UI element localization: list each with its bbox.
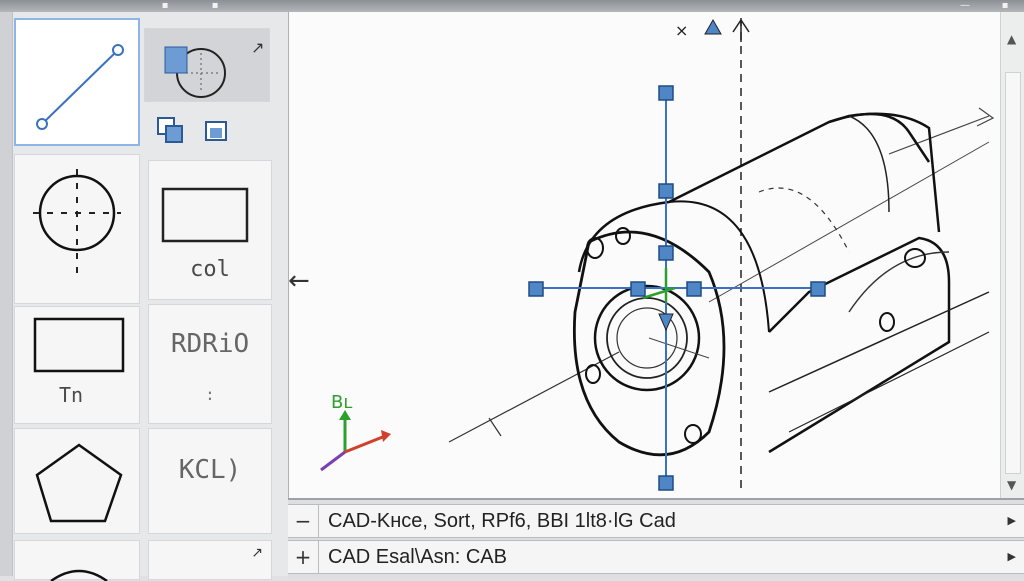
rect-icon <box>33 317 125 373</box>
submit-arrow-icon[interactable]: ▶ <box>1008 541 1016 573</box>
command-input[interactable]: CAD Esal\Asn: CAB <box>328 541 507 573</box>
circle-edit-icon: ↗ <box>164 38 264 98</box>
expand-arrow-icon[interactable]: ▶ <box>1008 505 1016 537</box>
top-marker-x: × <box>675 21 688 40</box>
circle-edit-tool[interactable]: ↗ <box>144 28 270 102</box>
expand-button[interactable]: + <box>288 541 319 573</box>
command-input-line[interactable]: + CAD Esal\Asn: CAB ▶ <box>288 540 1024 574</box>
cursor-icon <box>732 18 750 42</box>
rdrio-label: RDRiO <box>170 329 250 359</box>
rect-tool[interactable]: Tn <box>14 306 140 424</box>
scrollbar-up-icon[interactable]: ▲ <box>1007 32 1016 46</box>
ucs-label: Bʟ <box>331 392 352 413</box>
col-label: col <box>190 257 230 282</box>
triangle-marker-icon <box>704 18 722 35</box>
line-icon <box>36 44 124 130</box>
copy-icon[interactable] <box>202 116 230 144</box>
palette-edge <box>0 12 13 576</box>
polygon-tool[interactable] <box>14 428 140 534</box>
misc-tool[interactable]: ↗ <box>148 540 272 580</box>
colon-label: : <box>205 385 215 404</box>
expand-icon: ↗ <box>251 545 263 561</box>
circle-tool[interactable] <box>14 154 140 304</box>
arc-icon <box>50 569 108 581</box>
drawing-viewport[interactable]: × Bʟ <box>288 12 1013 500</box>
cad-drawing[interactable]: × Bʟ <box>289 12 1001 500</box>
collapse-button[interactable]: − <box>288 505 319 537</box>
kcl-tool[interactable]: KCL) <box>148 428 272 534</box>
kcl-label: KCL) <box>178 455 242 485</box>
command-history-text: CAD-Kнce, Sort, RPf6, BBI 1lt8·lG Cad <box>328 510 676 532</box>
svg-text:↗: ↗ <box>251 38 264 57</box>
layer-icon[interactable] <box>156 116 184 144</box>
command-history-line: − CAD-Kнce, Sort, RPf6, BBI 1lt8·lG Cad … <box>288 504 1024 538</box>
scrollbar-down-icon[interactable]: ▼ <box>1007 478 1016 492</box>
scrollbar-thumb[interactable] <box>1005 72 1021 474</box>
text-tool[interactable]: RDRiO : <box>148 304 272 424</box>
rectangle-col-tool[interactable]: col <box>148 160 272 300</box>
back-arrow-icon[interactable]: ← <box>288 266 310 296</box>
pentagon-icon <box>35 443 123 523</box>
arc-tool[interactable] <box>14 540 140 581</box>
vertical-scrollbar[interactable]: ▲ ▼ <box>1000 12 1024 500</box>
command-area: − CAD-Kнce, Sort, RPf6, BBI 1lt8·lG Cad … <box>288 498 1024 578</box>
circle-icon <box>33 169 121 277</box>
line-tool[interactable] <box>14 18 140 146</box>
